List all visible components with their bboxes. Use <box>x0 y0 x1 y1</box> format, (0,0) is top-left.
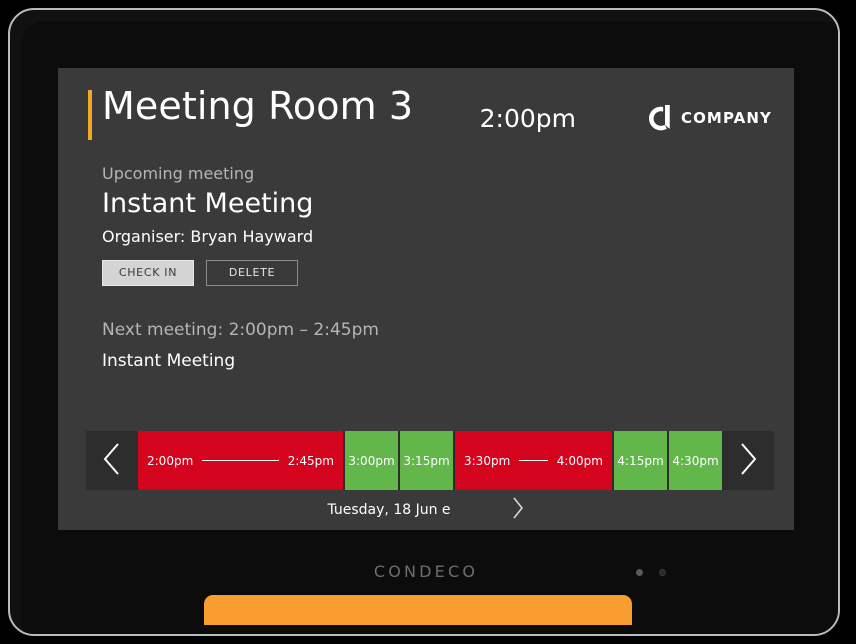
timeline-slot-connector <box>202 460 279 461</box>
next-day-button[interactable] <box>511 496 525 524</box>
meeting-action-row: CHECK IN DELETE <box>102 259 662 286</box>
timeline-slot[interactable]: 3:00pm <box>345 431 398 490</box>
next-meeting-block: Next meeting: 2:00pm – 2:45pm Instant Me… <box>102 320 722 371</box>
status-light-bar <box>204 595 632 625</box>
chevron-left-icon <box>102 442 122 480</box>
meeting-organiser: Organiser: Bryan Hayward <box>102 226 314 246</box>
date-label: Tuesday, 18 Jun e <box>327 502 451 518</box>
timeline-strip: 2:00pm 2:45pm 3:00pm 3:15pm 3:30pm 4:00pm 4:15… <box>86 431 774 490</box>
indicator-lights <box>636 566 696 578</box>
room-panel-screen: Meeting Room 3 2:00pm COMPANY Upcoming m… <box>58 68 794 530</box>
indicator-led-primary <box>636 568 643 576</box>
timeline-prev-button[interactable] <box>86 431 138 490</box>
next-meeting-time: Next meeting: 2:00pm – 2:45pm <box>102 320 379 340</box>
timeline-slot-start: 4:15pm <box>617 453 664 468</box>
timeline-slot-start: 2:00pm <box>147 453 194 468</box>
title-accent-bar <box>88 90 92 140</box>
device-frame: Meeting Room 3 2:00pm COMPANY Upcoming m… <box>0 0 856 644</box>
brand-name: COMPANY <box>680 109 772 127</box>
timeline-slot[interactable]: 4:30pm <box>669 431 722 490</box>
timeline-slot-end: 2:45pm <box>287 453 334 468</box>
upcoming-meeting-label: Upcoming meeting <box>102 164 255 183</box>
timeline-slot-connector <box>519 460 548 461</box>
timeline-slot-start: 3:00pm <box>348 453 395 468</box>
timeline-slot[interactable]: 4:15pm <box>614 431 667 490</box>
timeline-slot-start: 4:30pm <box>672 453 719 468</box>
chassis-brand-label: CONDECO <box>373 562 479 581</box>
timeline-slot[interactable]: 3:30pm 4:00pm <box>455 431 612 490</box>
timeline-slots: 2:00pm 2:45pm 3:00pm 3:15pm 3:30pm 4:00pm 4:15… <box>138 431 722 490</box>
check-in-button[interactable]: CHECK IN <box>102 259 194 286</box>
header-clock: 2:00pm <box>479 104 576 133</box>
upcoming-meeting-block: Upcoming meeting Instant Meeting Organis… <box>102 164 662 286</box>
timeline-slot-end: 4:00pm <box>556 453 603 468</box>
indicator-led-secondary <box>659 568 666 576</box>
timeline-slot-start: 3:15pm <box>403 453 450 468</box>
timeline-slot-start: 3:30pm <box>464 453 511 468</box>
company-logo-icon <box>647 104 674 132</box>
page-title: Meeting Room 3 <box>102 84 414 128</box>
meeting-subject: Instant Meeting <box>102 188 314 219</box>
chevron-right-icon <box>511 496 525 524</box>
timeline-slot[interactable]: 2:00pm 2:45pm <box>138 431 343 490</box>
date-bar: Tuesday, 18 Jun e <box>86 490 766 530</box>
device-body: Meeting Room 3 2:00pm COMPANY Upcoming m… <box>8 8 840 636</box>
chevron-right-icon <box>738 442 758 480</box>
screen-header: Meeting Room 3 2:00pm COMPANY <box>58 68 794 150</box>
brand-block: COMPANY <box>647 104 772 132</box>
timeline-slot[interactable]: 3:15pm <box>400 431 453 490</box>
next-meeting-subject: Instant Meeting <box>102 351 236 371</box>
delete-button[interactable]: DELETE <box>206 259 298 286</box>
timeline-next-button[interactable] <box>722 431 774 490</box>
